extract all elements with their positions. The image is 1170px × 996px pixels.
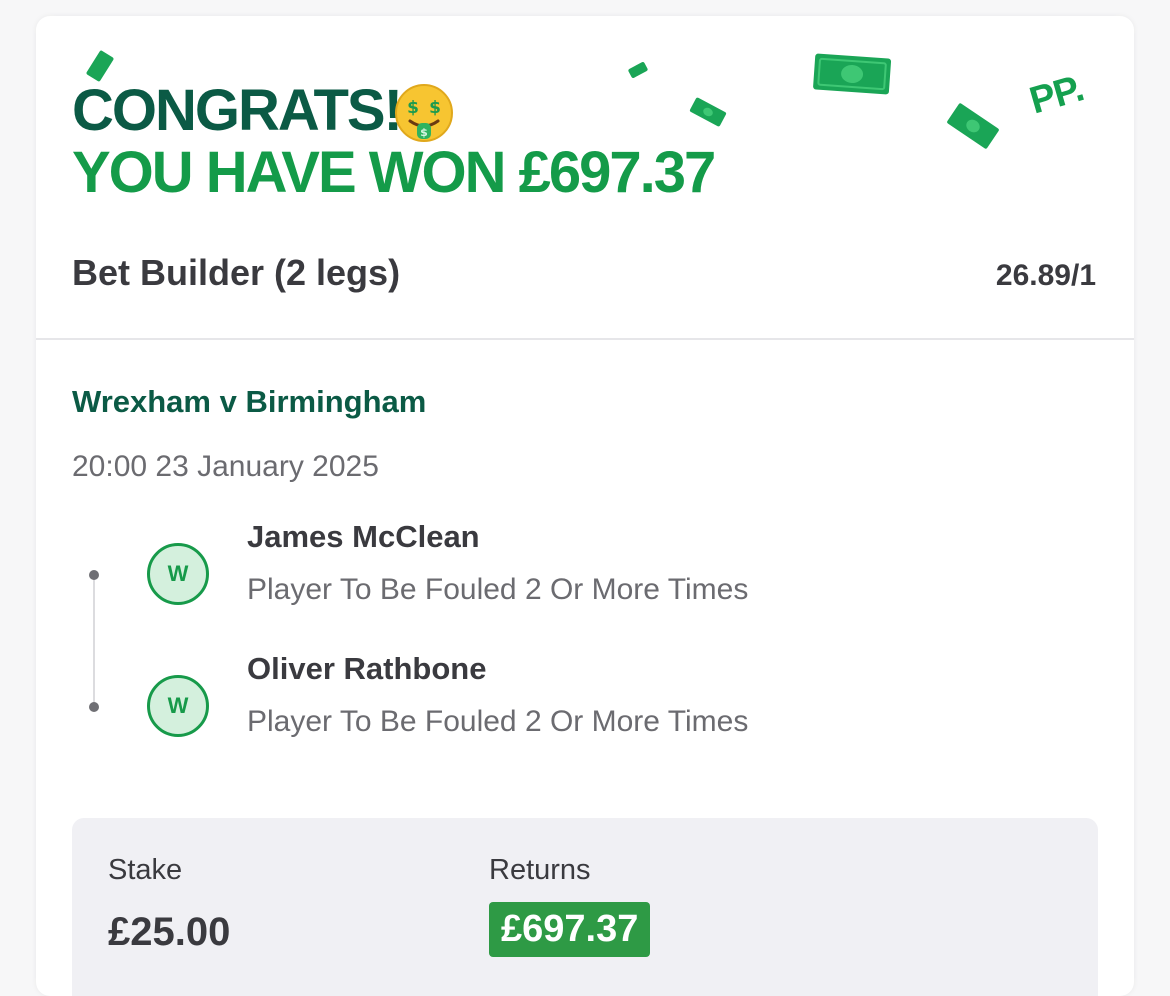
bet-odds: 26.89/1 <box>995 259 1096 292</box>
timeline-dot <box>89 570 99 580</box>
timeline-dot <box>89 702 99 712</box>
congrats-heading: CONGRATS! <box>72 78 403 143</box>
bet-summary-row: Bet Builder (2 legs) 26.89/1 <box>72 252 1096 294</box>
bet-leg: W Oliver Rathbone Player To Be Fouled 2 … <box>147 651 1047 775</box>
divider <box>36 338 1134 340</box>
brand-logo: PP. <box>1025 67 1088 123</box>
win-amount-heading: YOU HAVE WON £697.37 <box>72 140 716 205</box>
leg-player: James McClean <box>247 519 480 554</box>
banknote-icon <box>947 103 999 149</box>
leg-market: Player To Be Fouled 2 Or More Times <box>247 705 749 738</box>
match-datetime: 20:00 23 January 2025 <box>72 450 379 483</box>
match-title[interactable]: Wrexham v Birmingham <box>72 384 426 420</box>
banknote-icon <box>813 53 892 95</box>
returns-label: Returns <box>489 854 591 886</box>
svg-text:$: $ <box>429 98 441 118</box>
stake-label: Stake <box>108 854 183 886</box>
leg-player: Oliver Rathbone <box>247 651 487 686</box>
bet-type: Bet Builder (2 legs) <box>72 252 401 293</box>
svg-text:$: $ <box>407 98 419 118</box>
win-badge: W <box>147 543 209 605</box>
win-badge: W <box>147 675 209 737</box>
banknote-icon <box>689 97 727 127</box>
svg-text:$: $ <box>420 126 428 139</box>
stake-value: £25.00 <box>108 910 231 954</box>
money-mouth-face-icon: $ $ $ <box>395 84 453 142</box>
bet-leg: W James McClean Player To Be Fouled 2 Or… <box>147 519 1047 643</box>
bet-result-card: PP. CONGRATS! $ $ $ YOU HAVE WON £697.37… <box>36 16 1134 996</box>
banknote-icon <box>628 62 648 78</box>
leg-market: Player To Be Fouled 2 Or More Times <box>247 573 749 606</box>
timeline-line <box>93 574 95 707</box>
stake-returns-panel: Stake Returns £25.00 £697.37 <box>72 818 1098 996</box>
returns-value: £697.37 <box>489 902 651 957</box>
